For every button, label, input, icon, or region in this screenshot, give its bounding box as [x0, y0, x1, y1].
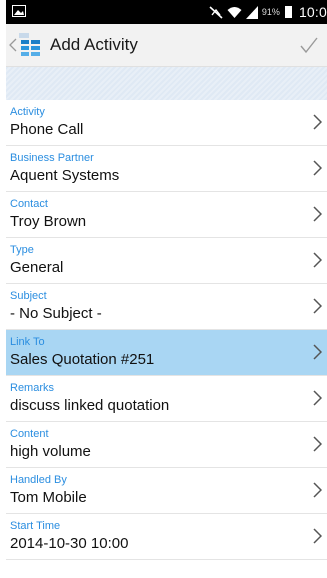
back-chevron-icon[interactable]: [8, 37, 18, 53]
field-list: Activity Phone Call Business Partner Aqu…: [6, 100, 327, 560]
app-icon[interactable]: [18, 32, 42, 58]
chevron-right-icon: [313, 298, 322, 314]
field-value: Aquent Systems: [10, 167, 120, 184]
field-label: Type: [10, 244, 34, 256]
field-label: Content: [10, 428, 49, 440]
field-value: Phone Call: [10, 121, 84, 138]
field-label: Link To: [10, 336, 45, 348]
field-label: Subject: [10, 290, 47, 302]
field-value: Sales Quotation #251: [10, 351, 155, 368]
field-value: General: [10, 259, 64, 276]
chevron-right-icon: [313, 252, 322, 268]
chevron-right-icon: [313, 160, 322, 176]
gallery-icon: [12, 5, 26, 17]
field-label: Business Partner: [10, 152, 94, 164]
field-value: Tom Mobile: [10, 489, 87, 506]
phone-screen: 91% 10:0 Add Activity Activity Phone Cal…: [6, 0, 327, 578]
battery-percent: 91%: [261, 7, 280, 17]
field-row-content[interactable]: Content high volume: [6, 422, 327, 468]
status-bar: 91% 10:0: [6, 0, 327, 24]
clock: 10:0: [298, 4, 327, 20]
field-label: Activity: [10, 106, 45, 118]
field-row-activity[interactable]: Activity Phone Call: [6, 100, 327, 146]
field-row-handled-by[interactable]: Handled By Tom Mobile: [6, 468, 327, 514]
field-value: discuss linked quotation: [10, 397, 170, 414]
field-row-business-partner[interactable]: Business Partner Aquent Systems: [6, 146, 327, 192]
signal-icon: [245, 5, 258, 19]
field-label: Start Time: [10, 520, 61, 532]
field-row-type[interactable]: Type General: [6, 238, 327, 284]
field-row-remarks[interactable]: Remarks discuss linked quotation: [6, 376, 327, 422]
battery-icon: [284, 6, 292, 18]
field-value: Troy Brown: [10, 213, 87, 230]
chevron-right-icon: [313, 528, 322, 544]
field-value: 2014-10-30 10:00: [10, 535, 129, 552]
field-label: Handled By: [10, 474, 67, 486]
check-icon[interactable]: [299, 35, 319, 55]
field-label: Remarks: [10, 382, 55, 394]
chevron-right-icon: [313, 114, 322, 130]
field-value: - No Subject -: [10, 305, 102, 322]
field-value: high volume: [10, 443, 91, 460]
header-divider-band: [6, 67, 327, 100]
field-row-link-to[interactable]: Link To Sales Quotation #251: [6, 330, 327, 376]
field-row-contact[interactable]: Contact Troy Brown: [6, 192, 327, 238]
chevron-right-icon: [313, 344, 322, 360]
chevron-right-icon: [313, 436, 322, 452]
mute-icon: [209, 5, 223, 19]
chevron-right-icon: [313, 206, 322, 222]
wifi-icon: [227, 6, 242, 18]
page-title: Add Activity: [50, 35, 138, 54]
field-row-subject[interactable]: Subject - No Subject -: [6, 284, 327, 330]
chevron-right-icon: [313, 482, 322, 498]
field-label: Contact: [10, 198, 48, 210]
field-row-start-time[interactable]: Start Time 2014-10-30 10:00: [6, 514, 327, 560]
chevron-right-icon: [313, 390, 322, 406]
status-indicators: 91% 10:0: [209, 0, 327, 24]
action-bar: Add Activity: [6, 24, 327, 67]
